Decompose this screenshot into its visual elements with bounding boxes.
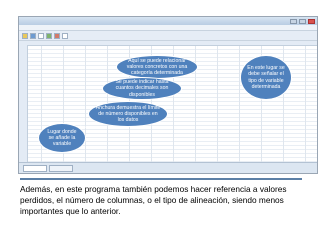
print-icon[interactable] [38, 32, 44, 39]
callout-type: En este lugar se debe señalar el tipo de… [240, 55, 292, 100]
callout-decimals: Se puede indicar hasta cuantos decimales… [102, 77, 182, 100]
callout-variable-location: Lugar donde se añade la variable [38, 123, 86, 153]
callout-values-text: Aquí se puede relacionar valores concret… [126, 57, 188, 77]
minimize-icon[interactable] [290, 18, 297, 24]
window-titlebar [19, 17, 317, 25]
callout-width-text: Anchura demuestra el límite de número di… [95, 104, 161, 124]
callout-variable-location-text: Lugar donde se añade la variable [47, 128, 77, 148]
grid-column-headers [19, 41, 317, 46]
redo-icon[interactable] [62, 32, 68, 39]
callout-values: Aquí se puede relacionar valores concret… [116, 55, 198, 79]
callout-type-text: En este lugar se debe señalar el tipo de… [247, 65, 285, 90]
chart-icon[interactable] [46, 32, 52, 39]
slide-top-band [0, 0, 320, 16]
status-bar [19, 162, 317, 173]
undo-icon[interactable] [54, 32, 60, 39]
close-icon[interactable] [308, 18, 315, 24]
grid-row-numbers [19, 45, 28, 165]
section-divider [20, 178, 302, 180]
save-icon[interactable] [30, 32, 36, 39]
callout-width: Anchura demuestra el límite de número di… [88, 101, 168, 127]
slide-caption: Además, en este programa también podemos… [20, 184, 287, 216]
toolbar [19, 31, 317, 41]
variable-view-tab[interactable] [49, 165, 73, 172]
maximize-icon[interactable] [299, 18, 306, 24]
open-icon[interactable] [22, 32, 28, 39]
callout-decimals-text: Se puede indicar hasta cuantos decimales… [115, 79, 169, 98]
data-view-tab[interactable] [23, 165, 47, 172]
